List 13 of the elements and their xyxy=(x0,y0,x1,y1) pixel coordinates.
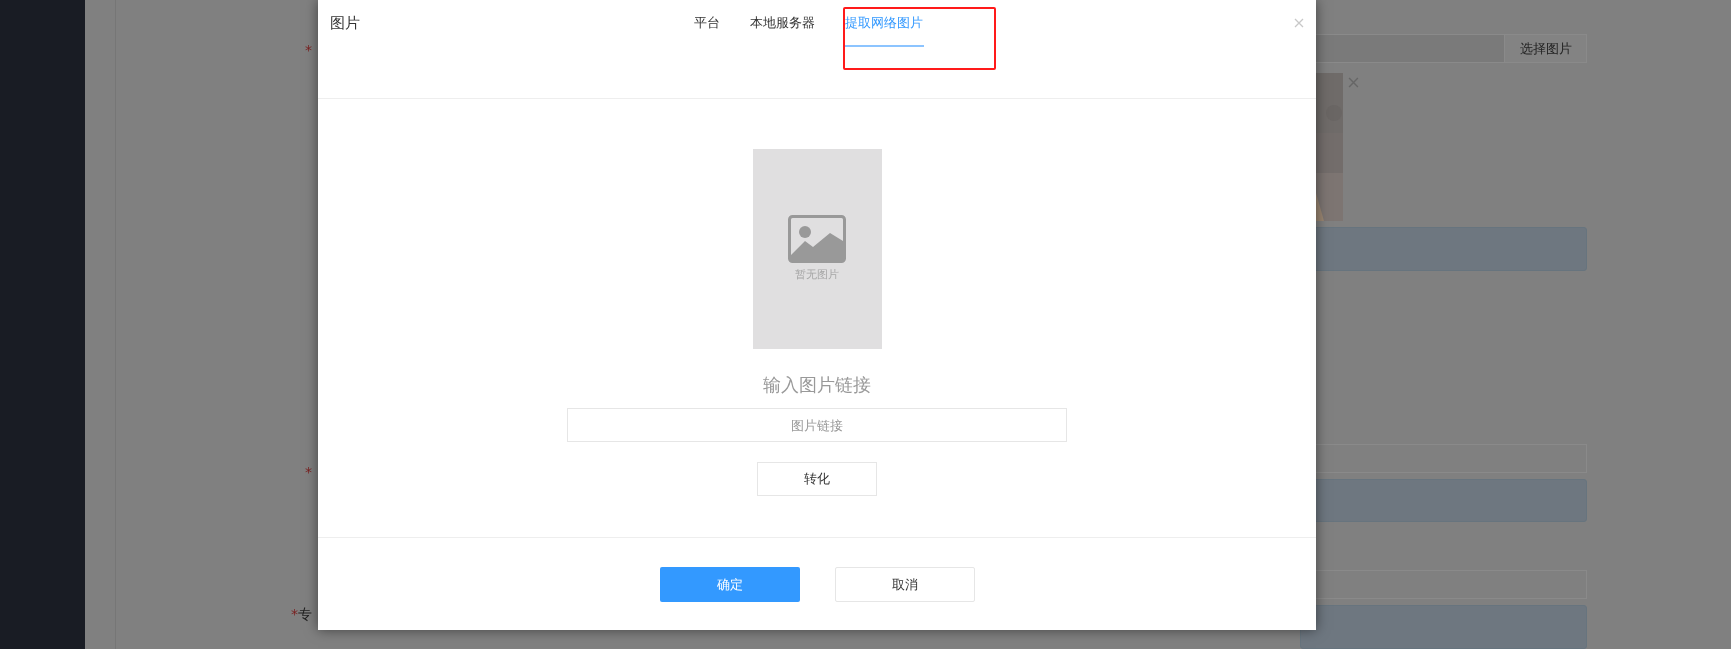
url-field[interactable]: 图片链接 xyxy=(567,408,1067,442)
cancel-button[interactable]: 取消 xyxy=(834,567,975,602)
tab[interactable]: 平台 xyxy=(693,13,721,47)
url-prompt: 输入图片链接 xyxy=(763,373,871,397)
select-image-button[interactable]: 选择图片 xyxy=(1504,35,1586,63)
required-mark: * xyxy=(291,605,298,624)
required-mark: * xyxy=(305,41,312,60)
required-mark: * xyxy=(305,463,312,482)
tab[interactable]: 本地服务器 xyxy=(749,13,816,47)
convert-button[interactable]: 转化 xyxy=(757,462,877,496)
dialog-title: 图片 xyxy=(330,13,360,34)
image-icon xyxy=(788,214,846,263)
field-label: 专 xyxy=(298,605,312,624)
